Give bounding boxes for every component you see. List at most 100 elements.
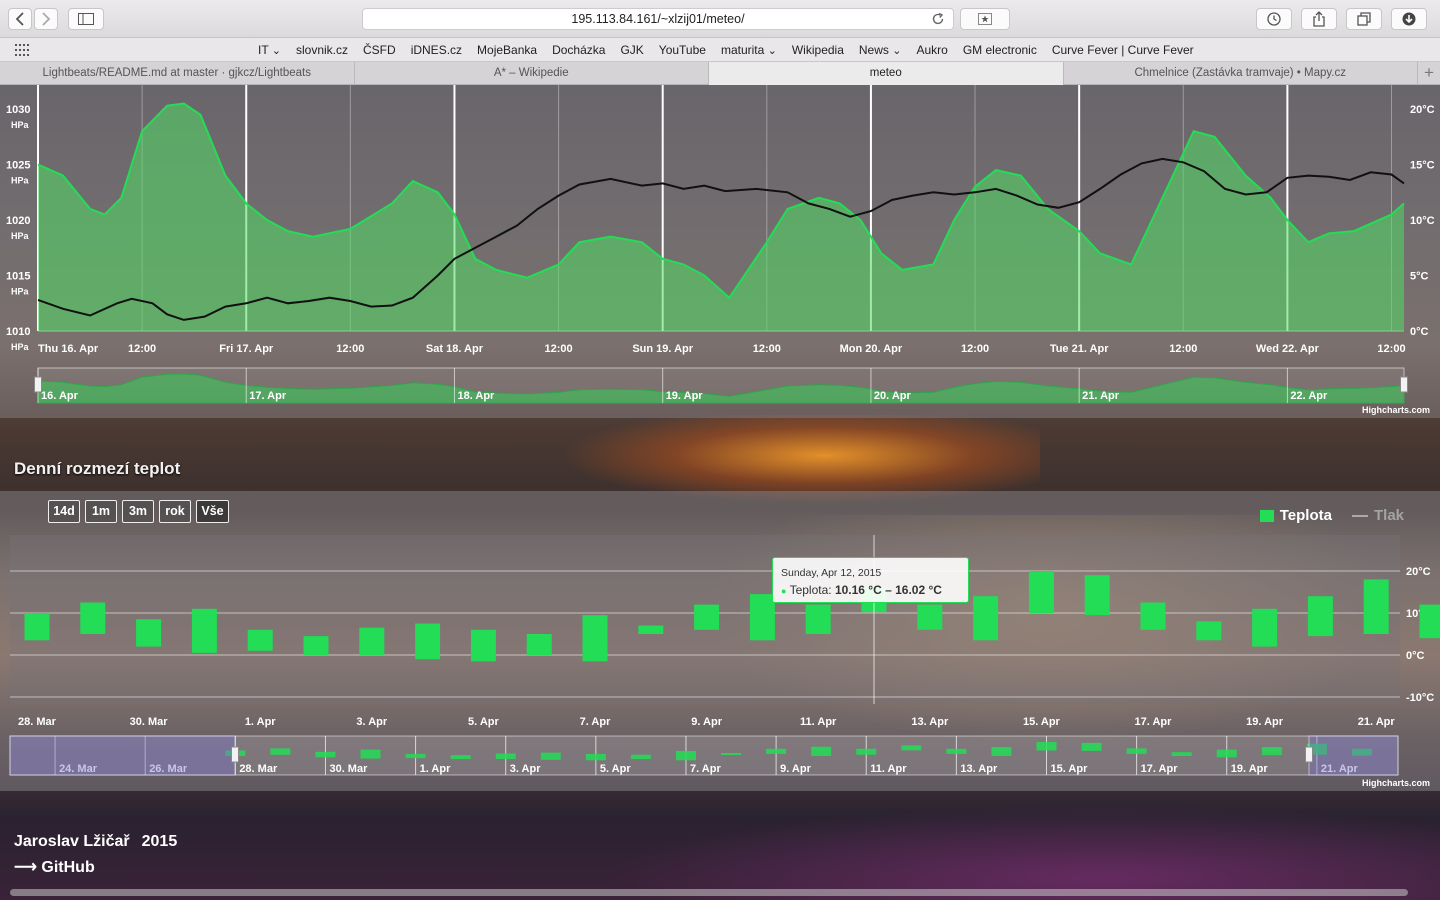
temperature-range-bar[interactable] <box>80 602 106 635</box>
bookmark-list: IT ⌄ slovnik.cz ČSFD iDNES.cz MojeBanka Dochá… <box>258 38 1209 62</box>
x-axis-label: 12:00 <box>545 343 573 355</box>
navigator-handle[interactable] <box>1305 746 1313 763</box>
navigator-series-bar <box>1036 742 1057 751</box>
x-axis-label: Tue 21. Apr <box>1050 343 1109 355</box>
bookmark-it[interactable]: IT ⌄ <box>258 43 281 57</box>
temperature-range-bar[interactable] <box>973 596 999 641</box>
range-button-vse[interactable]: Vše <box>196 500 229 523</box>
legend-temperature[interactable]: Teplota <box>1280 507 1332 524</box>
temperature-range-bar[interactable] <box>582 615 608 662</box>
temperature-range-bar[interactable] <box>694 604 720 630</box>
temperature-range-bar[interactable] <box>1252 608 1278 647</box>
pressure-axis-label: 1015 <box>6 271 30 283</box>
back-button[interactable] <box>8 8 32 30</box>
range-button-3m[interactable]: 3m <box>122 500 154 523</box>
tab-1[interactable]: Lightbeats/README.md at master · gjkcz/L… <box>0 62 355 85</box>
temperature-axis-label: 15°C <box>1410 160 1435 172</box>
temperature-range-bar[interactable] <box>1196 621 1222 641</box>
temperature-range-bar[interactable] <box>1084 575 1110 616</box>
bookmark-csfd[interactable]: ČSFD <box>363 43 396 57</box>
bookmark-mojebanka[interactable]: MojeBanka <box>477 43 537 57</box>
temperature-range-bar[interactable] <box>917 604 943 630</box>
grid-icon[interactable] <box>15 44 31 56</box>
range-button-1m[interactable]: 1m <box>85 500 117 523</box>
navigator-series-bar <box>991 747 1012 757</box>
tab-2[interactable]: A* – Wikipedie <box>355 62 709 85</box>
bookmark-slovnik-cz[interactable]: slovnik.cz <box>296 43 348 57</box>
hourly-chart[interactable]: 1030 HPa 1025 HPa 1020 HPa 1015 HPa 1010 HPa 20°C 1… <box>0 85 1440 418</box>
temperature-range-bar[interactable] <box>1140 602 1166 630</box>
tab-3[interactable]: meteo <box>709 62 1064 85</box>
share-button[interactable] <box>1301 8 1337 30</box>
bookmark-gjk[interactable]: GJK <box>620 43 643 57</box>
x-axis-label: 11. Apr <box>800 716 837 728</box>
bookmark-news[interactable]: News ⌄ <box>859 43 902 57</box>
temperature-range-bar[interactable] <box>805 604 831 634</box>
temperature-range-bar[interactable] <box>415 623 441 660</box>
sidebar-button[interactable] <box>68 8 104 30</box>
temperature-range-bar[interactable] <box>24 613 50 641</box>
temperature-area <box>38 103 1404 331</box>
temperature-range-bar[interactable] <box>1307 596 1333 637</box>
navigator-series-bar <box>901 745 922 751</box>
bookmark-curve-fever-curve-fever[interactable]: Curve Fever | Curve Fever <box>1052 43 1194 57</box>
temperature-range-bar[interactable] <box>136 619 162 647</box>
range-button-14d[interactable]: 14d <box>48 500 80 523</box>
temperature-axis-label: 20°C <box>1410 104 1435 116</box>
forward-button[interactable] <box>34 8 58 30</box>
credits-link[interactable]: Highcharts.com <box>1362 778 1430 788</box>
navigator-handle[interactable] <box>1400 376 1408 393</box>
bookmark-gm-electronic[interactable]: GM electronic <box>963 43 1037 57</box>
reader-button[interactable] <box>960 8 1010 30</box>
horizontal-scrollbar[interactable] <box>10 889 1408 896</box>
navigator-series-bar <box>1216 749 1237 758</box>
bookmark-maturita[interactable]: maturita ⌄ <box>721 43 777 57</box>
navigator-series-bar <box>1171 752 1192 757</box>
temperature-range-bar[interactable] <box>359 627 385 655</box>
history-button[interactable] <box>1256 8 1292 30</box>
navigator-handle[interactable] <box>34 376 42 393</box>
temperature-range-bar[interactable] <box>247 629 273 651</box>
downloads-button[interactable] <box>1391 8 1427 30</box>
reload-icon[interactable] <box>931 12 945 26</box>
temperature-range-bar[interactable] <box>526 634 552 655</box>
navigator-label: 22. Apr <box>1290 390 1328 402</box>
bookmark-idnes-cz[interactable]: iDNES.cz <box>411 43 462 57</box>
legend-pressure[interactable]: Tlak <box>1374 507 1404 524</box>
temperature-range-bar[interactable] <box>638 625 664 634</box>
github-link[interactable]: ⟶ GitHub <box>14 857 95 877</box>
y-axis-label: -10°C <box>1406 692 1434 704</box>
star-icon <box>978 13 992 25</box>
y-axis-label: 20°C <box>1406 566 1431 578</box>
navigator-series-bar <box>360 749 381 759</box>
chevron-down-icon: ⌄ <box>892 45 902 57</box>
range-button-rok[interactable]: rok <box>159 500 191 523</box>
temperature-range-bar[interactable] <box>303 636 329 655</box>
x-axis-label: 1. Apr <box>245 716 276 728</box>
bookmark-wikipedia[interactable]: Wikipedia <box>792 43 844 57</box>
temperature-range-bar[interactable] <box>191 608 217 653</box>
hourly-chart-panel: 1030 HPa 1025 HPa 1020 HPa 1015 HPa 1010 HPa 20°C 1… <box>0 85 1440 418</box>
x-axis-label: 28. Mar <box>18 716 57 728</box>
temperature-range-bar[interactable] <box>1363 579 1389 634</box>
temperature-range-bar[interactable] <box>1028 571 1054 613</box>
bookmark-youtube[interactable]: YouTube <box>659 43 706 57</box>
temperature-range-bar[interactable] <box>470 629 496 662</box>
chevron-down-icon: ⌄ <box>767 45 777 57</box>
tabs-overview-button[interactable] <box>1346 8 1382 30</box>
bookmark-dochazka[interactable]: Docházka <box>552 43 605 57</box>
temperature-range-bar[interactable] <box>1419 604 1440 639</box>
x-axis-label: Thu 16. Apr <box>38 343 99 355</box>
temperature-range-bar[interactable] <box>749 594 775 641</box>
navigator-handle[interactable] <box>231 746 239 763</box>
navigator-series-bar <box>675 750 696 761</box>
credits-link[interactable]: Highcharts.com <box>1362 405 1430 415</box>
navigator-series-bar <box>766 748 787 754</box>
navigator-label: 30. Mar <box>329 763 368 775</box>
new-tab-button[interactable]: + <box>1418 62 1440 85</box>
bookmark-aukro[interactable]: Aukro <box>916 43 947 57</box>
page-content: 1030 HPa 1025 HPa 1020 HPa 1015 HPa 1010 HPa 20°C 1… <box>0 85 1440 900</box>
tab-4[interactable]: Chmelnice (Zastávka tramvaje) • Mapy.cz <box>1064 62 1418 85</box>
daily-chart[interactable]: 20°C10°C0°C-10°C28. Mar 30. Mar 1. Apr 3. A… <box>0 491 1440 791</box>
address-bar[interactable]: 195.113.84.161/~xlzij01/meteo/ <box>362 8 954 30</box>
